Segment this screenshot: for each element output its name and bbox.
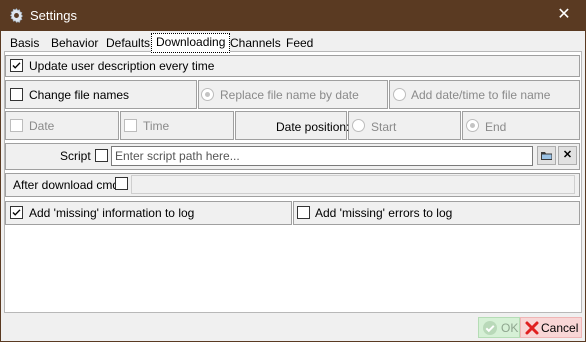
missing-info-label: Add 'missing' information to log	[29, 206, 195, 220]
time-checkbox[interactable]	[124, 119, 137, 132]
close-icon[interactable]: ✕	[549, 4, 579, 28]
date-position-start-radio[interactable]	[352, 119, 365, 132]
checkmark-circle-icon	[483, 321, 497, 335]
cancel-button-label: Cancel	[541, 321, 579, 335]
tab-feed[interactable]: Feed	[281, 34, 318, 52]
missing-errors-label: Add 'missing' errors to log	[315, 206, 453, 220]
ok-button-label: OK	[501, 321, 519, 335]
date-position-end-label: End	[485, 120, 507, 134]
replace-by-date-label: Replace file name by date	[220, 88, 359, 102]
script-checkbox[interactable]	[95, 149, 108, 162]
script-path-input[interactable]	[111, 146, 533, 166]
replace-by-date-radio[interactable]	[201, 88, 214, 101]
add-datetime-label: Add date/time to file name	[411, 88, 551, 102]
missing-info-checkbox[interactable]	[10, 206, 23, 219]
missing-errors-checkbox[interactable]	[297, 206, 310, 219]
script-label: Script	[60, 149, 91, 163]
tab-downloading[interactable]: Downloading	[151, 33, 231, 53]
update-description-label: Update user description every time	[29, 59, 215, 73]
time-label: Time	[143, 119, 170, 133]
update-description-checkbox[interactable]	[10, 59, 23, 72]
ok-button[interactable]: OK	[478, 317, 520, 338]
title-bar: Settings ✕	[0, 0, 586, 31]
tab-behavior[interactable]: Behavior	[46, 34, 103, 52]
tab-basis[interactable]: Basis	[5, 34, 44, 52]
tab-channels[interactable]: Channels	[225, 34, 286, 52]
cancel-button[interactable]: Cancel	[520, 317, 582, 338]
radio-selected-dot	[470, 123, 475, 128]
browse-folder-button[interactable]	[537, 146, 556, 165]
after-download-label: After download cmd	[13, 178, 120, 192]
change-file-names-label: Change file names	[29, 88, 130, 102]
after-download-input[interactable]	[131, 175, 575, 194]
date-position-start-label: Start	[371, 120, 397, 134]
checkmark-icon	[12, 209, 21, 216]
cancel-x-icon	[525, 321, 539, 335]
radio-selected-dot	[205, 92, 210, 97]
add-datetime-radio[interactable]	[393, 88, 406, 101]
date-label: Date	[29, 119, 55, 133]
date-position-end-cell	[462, 111, 580, 140]
date-checkbox[interactable]	[10, 119, 23, 132]
date-position-label: Date position:	[276, 120, 350, 134]
gear-icon	[9, 8, 23, 23]
date-position-end-radio[interactable]	[466, 119, 479, 132]
clear-script-button[interactable]: ✕	[558, 146, 577, 165]
change-file-names-checkbox[interactable]	[10, 88, 23, 101]
after-download-checkbox[interactable]	[115, 177, 128, 190]
time-cell	[120, 111, 234, 140]
tab-defaults[interactable]: Defaults	[101, 34, 155, 52]
checkmark-icon	[12, 62, 21, 69]
window-title: Settings	[30, 8, 77, 23]
folder-icon	[541, 152, 552, 160]
